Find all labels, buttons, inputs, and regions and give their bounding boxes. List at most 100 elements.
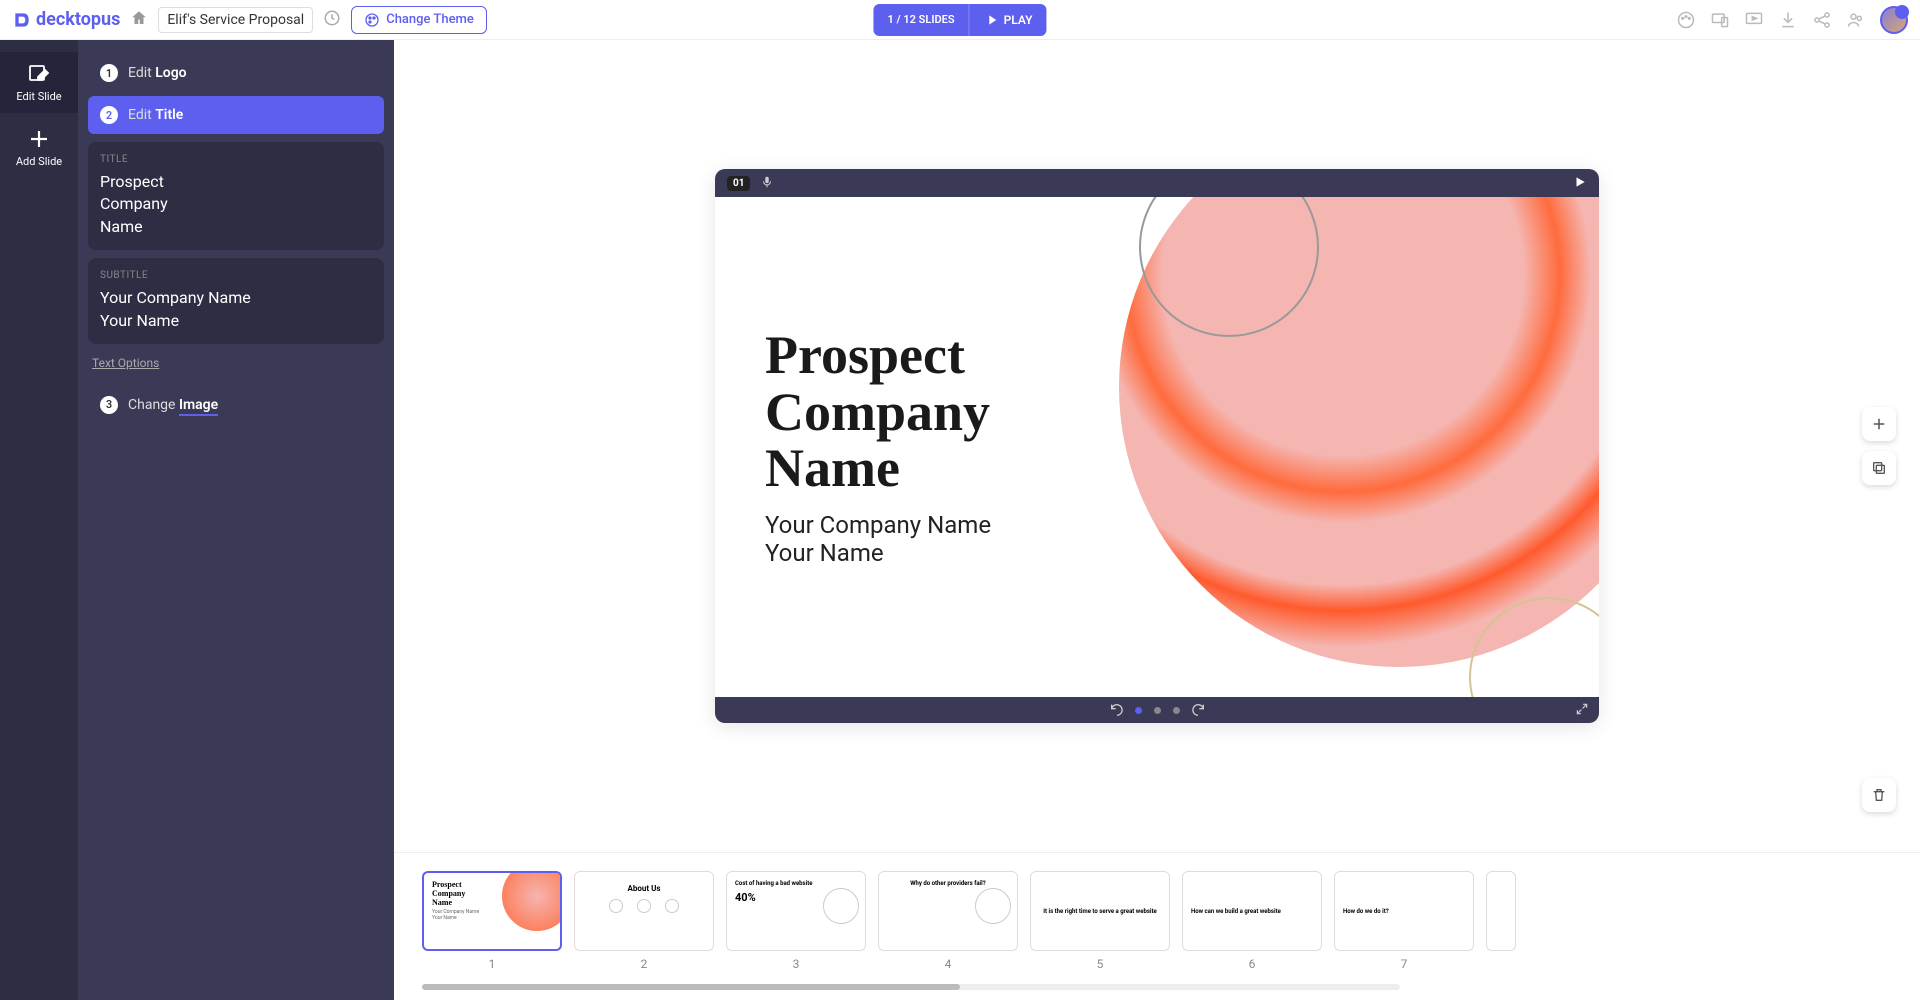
subtitle-field-label: SUBTITLE xyxy=(100,270,372,281)
filmstrip-inner: Prospect Company Name Your Company Name … xyxy=(394,853,1920,971)
slide-side-actions xyxy=(1862,407,1896,485)
slide-body[interactable]: Prospect Company Name Your Company Name … xyxy=(715,197,1599,697)
thumb-num-4: 4 xyxy=(945,957,952,971)
panel-num-3: 3 xyxy=(100,396,118,414)
brand-logo[interactable]: decktopus xyxy=(12,9,120,30)
slide-title-text[interactable]: Prospect Company Name xyxy=(765,327,991,497)
thumb-3-art xyxy=(823,888,859,924)
add-element-button[interactable] xyxy=(1862,407,1896,441)
slide-number-badge: 01 xyxy=(727,176,750,191)
title-field-input[interactable]: Prospect Company Name xyxy=(100,171,372,238)
panel-item-logo[interactable]: 1 Edit Logo xyxy=(88,54,384,92)
top-right-actions xyxy=(1676,6,1908,34)
thumb-5[interactable]: It is the right time to serve a great we… xyxy=(1030,871,1170,951)
devices-icon[interactable] xyxy=(1710,10,1730,30)
panel-num-2: 2 xyxy=(100,106,118,124)
layout-dots xyxy=(1135,707,1180,714)
filmstrip-scroll-thumb[interactable] xyxy=(422,984,960,990)
play-label: PLAY xyxy=(1004,13,1033,27)
delete-slide-button[interactable] xyxy=(1862,778,1896,812)
play-button[interactable]: PLAY xyxy=(970,4,1047,36)
user-avatar[interactable] xyxy=(1880,6,1908,34)
thumb-2[interactable]: About Us xyxy=(574,871,714,951)
thumb-7[interactable]: How do we do it? xyxy=(1334,871,1474,951)
collaborators-icon[interactable] xyxy=(1846,10,1866,30)
text-options-link[interactable]: Text Options xyxy=(92,356,159,370)
document-title[interactable]: Elif's Service Proposal xyxy=(158,7,313,33)
history-icon[interactable] xyxy=(323,9,341,31)
thumb-num-5: 5 xyxy=(1097,957,1104,971)
canvas-area: 01 Prospect Company Name Your Company Na… xyxy=(394,40,1920,1000)
title-field-label: TITLE xyxy=(100,154,372,165)
slide-counter[interactable]: 1 / 12 SLIDES xyxy=(873,4,969,36)
expand-icon[interactable] xyxy=(1575,701,1589,720)
main-area: Edit Slide Add Slide 1 Edit Logo 2 Edit … xyxy=(0,40,1920,1000)
play-slide-icon[interactable] xyxy=(1573,174,1587,193)
left-rail: Edit Slide Add Slide xyxy=(0,40,78,1000)
top-bar: decktopus Elif's Service Proposal Change… xyxy=(0,0,1920,40)
brand-name: decktopus xyxy=(36,9,120,30)
rail-add-slide[interactable]: Add Slide xyxy=(0,117,78,178)
canvas-wrap: 01 Prospect Company Name Your Company Na… xyxy=(394,40,1920,852)
thumb-num-6: 6 xyxy=(1249,957,1256,971)
slide-text-block[interactable]: Prospect Company Name Your Company Name … xyxy=(765,327,991,567)
palette-icon[interactable] xyxy=(1676,10,1696,30)
layout-dot-2[interactable] xyxy=(1154,707,1161,714)
panel-item-title[interactable]: 2 Edit Title xyxy=(88,96,384,134)
thumb-num-7: 7 xyxy=(1401,957,1408,971)
thumb-wrap-1: Prospect Company Name Your Company Name … xyxy=(422,871,562,971)
thumb-6[interactable]: How can we build a great website xyxy=(1182,871,1322,951)
filmstrip-scrollbar[interactable] xyxy=(422,984,1400,990)
download-icon[interactable] xyxy=(1778,10,1798,30)
layout-next-icon[interactable] xyxy=(1190,702,1206,718)
layout-dot-1[interactable] xyxy=(1135,707,1142,714)
thumb-num-1: 1 xyxy=(489,957,496,971)
thumb-wrap-6: How can we build a great website 6 xyxy=(1182,871,1322,971)
share-icon[interactable] xyxy=(1812,10,1832,30)
thumb-wrap-3: Cost of having a bad website 40% 3 xyxy=(726,871,866,971)
thumb-art-1 xyxy=(502,871,562,931)
layout-prev-icon[interactable] xyxy=(1109,702,1125,718)
thumb-4-art xyxy=(975,888,1011,924)
rail-add-slide-label: Add Slide xyxy=(16,155,62,168)
panel-item-image[interactable]: 3 Change Image xyxy=(88,386,384,424)
thumb-3[interactable]: Cost of having a bad website 40% xyxy=(726,871,866,951)
panel-num-1: 1 xyxy=(100,64,118,82)
thumb-1[interactable]: Prospect Company Name Your Company Name … xyxy=(422,871,562,951)
avatar-badge xyxy=(1895,5,1909,19)
thumb-num-2: 2 xyxy=(641,957,648,971)
filmstrip[interactable]: Prospect Company Name Your Company Name … xyxy=(394,852,1920,1000)
thumb-wrap-2: About Us 2 xyxy=(574,871,714,971)
present-icon[interactable] xyxy=(1744,10,1764,30)
thumb-6-title: How can we build a great website xyxy=(1191,908,1313,915)
subtitle-field-input[interactable]: Your Company Name Your Name xyxy=(100,287,372,332)
slide-header: 01 xyxy=(715,169,1599,197)
panel-label-logo: Edit Logo xyxy=(128,65,187,81)
thumb-num-3: 3 xyxy=(793,957,800,971)
slide-subtitle-text[interactable]: Your Company Name Your Name xyxy=(765,511,991,567)
thumb-3-title: Cost of having a bad website xyxy=(735,880,857,887)
home-icon[interactable] xyxy=(130,9,148,31)
thumb-4-title: Why do other providers fail? xyxy=(887,880,1009,887)
thumb-2-title: About Us xyxy=(583,884,705,893)
thumb-wrap-8 xyxy=(1486,871,1516,971)
thumb-wrap-7: How do we do it? 7 xyxy=(1334,871,1474,971)
thumb-wrap-4: Why do other providers fail? 4 xyxy=(878,871,1018,971)
mic-icon[interactable] xyxy=(760,174,774,193)
thumb-8[interactable] xyxy=(1486,871,1516,951)
top-center-controls: 1 / 12 SLIDES PLAY xyxy=(873,4,1046,36)
subtitle-field-box[interactable]: SUBTITLE Your Company Name Your Name xyxy=(88,258,384,344)
layout-dot-3[interactable] xyxy=(1173,707,1180,714)
panel-label-image: Change Image xyxy=(128,397,218,413)
thumb-5-title: It is the right time to serve a great we… xyxy=(1039,908,1161,915)
rail-edit-slide[interactable]: Edit Slide xyxy=(0,52,78,113)
slide-footer xyxy=(715,697,1599,723)
thumb-2-cols xyxy=(583,899,705,916)
thumb-4[interactable]: Why do other providers fail? xyxy=(878,871,1018,951)
slide-card: 01 Prospect Company Name Your Company Na… xyxy=(715,169,1599,723)
change-theme-label: Change Theme xyxy=(386,12,474,27)
title-field-box[interactable]: TITLE Prospect Company Name xyxy=(88,142,384,250)
duplicate-button[interactable] xyxy=(1862,451,1896,485)
thumb-7-title: How do we do it? xyxy=(1343,908,1465,915)
change-theme-button[interactable]: Change Theme xyxy=(351,6,487,34)
